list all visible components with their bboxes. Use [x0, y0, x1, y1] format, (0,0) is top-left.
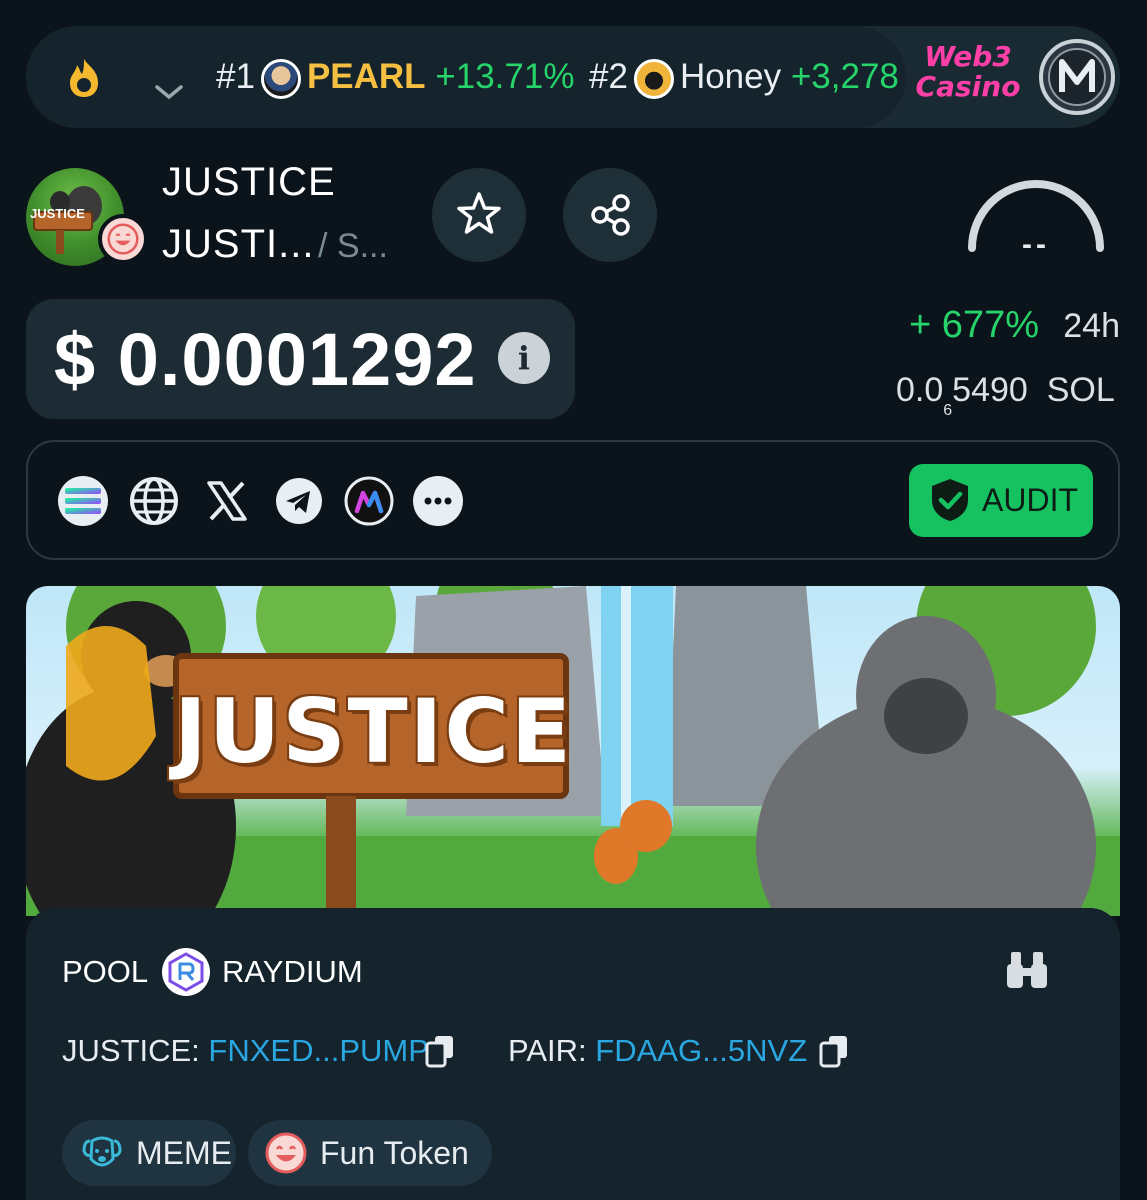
token-symbol: JUSTICE — [162, 160, 336, 204]
honey-avatar — [633, 58, 674, 99]
price-usd: $ 0.0001292 — [54, 318, 477, 401]
token-address-label: JUSTICE: — [62, 1033, 200, 1068]
ad-line-2: Casino — [915, 70, 1021, 103]
web3-casino-ad[interactable]: Web3 Casino — [912, 42, 1024, 110]
price-change-period: 24h — [1063, 307, 1120, 345]
gauge-value: -- — [1022, 228, 1050, 261]
info-icon[interactable]: i — [498, 332, 550, 384]
banner-title: JUSTICE — [174, 680, 574, 783]
tag-label: MEME — [136, 1135, 232, 1171]
ticker-item-1[interactable]: #1 PEARL +13.71% — [216, 52, 574, 102]
ticker-change: +3,278 — [790, 57, 899, 96]
ad-line-1: Web3 — [924, 40, 1012, 73]
trending-ticker-track: #1 PEARL +13.71% #2 Honey +3,278 — [26, 26, 906, 128]
sol-prefix: 0.0 — [896, 371, 944, 409]
ticker-name: PEARL — [306, 57, 426, 96]
binoculars-icon[interactable] — [1003, 950, 1051, 990]
ticker-rank: #1 — [216, 57, 255, 96]
flame-icon — [70, 59, 98, 97]
token-name: JUSTI... — [162, 222, 315, 266]
trending-ticker[interactable]: #1 PEARL +13.71% #2 Honey +3,278 Web3 Casi… — [26, 26, 1120, 128]
more-icon[interactable] — [412, 475, 464, 527]
dog-icon — [82, 1136, 122, 1167]
copy-icon[interactable] — [818, 1034, 850, 1068]
favorite-button[interactable] — [432, 168, 526, 262]
pair-address-row: PAIR: FDAAG...5NVZ — [508, 1031, 807, 1071]
star-icon — [457, 192, 501, 234]
share-icon — [591, 194, 630, 236]
globe-icon[interactable] — [128, 475, 180, 527]
token-chain: / S... — [318, 227, 388, 265]
smile-icon — [265, 1132, 307, 1174]
nm-logo-icon[interactable] — [1038, 38, 1116, 116]
pool-label: POOL — [62, 954, 149, 989]
smile-icon — [98, 214, 148, 264]
solana-icon[interactable] — [57, 475, 109, 527]
avatar-sign-text: JUSTICE — [30, 206, 85, 221]
pair-address-link[interactable]: FDAAG...5NVZ — [595, 1033, 807, 1068]
pair-address-label: PAIR: — [508, 1033, 587, 1068]
token-address-row: JUSTICE: FNXED...PUMP — [62, 1031, 429, 1071]
shield-check-icon — [932, 479, 968, 521]
price-change-24h: + 677% — [909, 304, 1039, 346]
dextools-icon[interactable] — [343, 475, 395, 527]
ticker-rank: #2 — [589, 57, 628, 96]
ticker-item-2[interactable]: #2 Honey +3,278 — [589, 52, 899, 102]
sol-unit: SOL — [1046, 371, 1115, 409]
telegram-icon[interactable] — [273, 475, 325, 527]
audit-label: AUDIT — [982, 482, 1078, 518]
price-sol: 0.065490 SOL — [896, 368, 1115, 419]
dex-name: RAYDIUM — [222, 954, 363, 989]
sol-subscript: 6 — [943, 402, 953, 419]
token-address-link[interactable]: FNXED...PUMP — [208, 1033, 428, 1068]
raydium-icon — [162, 948, 210, 996]
ticker-change: +13.71% — [435, 57, 575, 96]
pearl-avatar — [260, 58, 301, 99]
chevron-down-icon[interactable] — [154, 84, 184, 100]
x-icon[interactable] — [201, 475, 253, 527]
ticker-name: Honey — [679, 57, 782, 96]
share-button[interactable] — [563, 168, 657, 262]
copy-icon[interactable] — [424, 1034, 456, 1068]
sol-digits: 5490 — [952, 371, 1028, 409]
tag-label: Fun Token — [320, 1135, 469, 1171]
